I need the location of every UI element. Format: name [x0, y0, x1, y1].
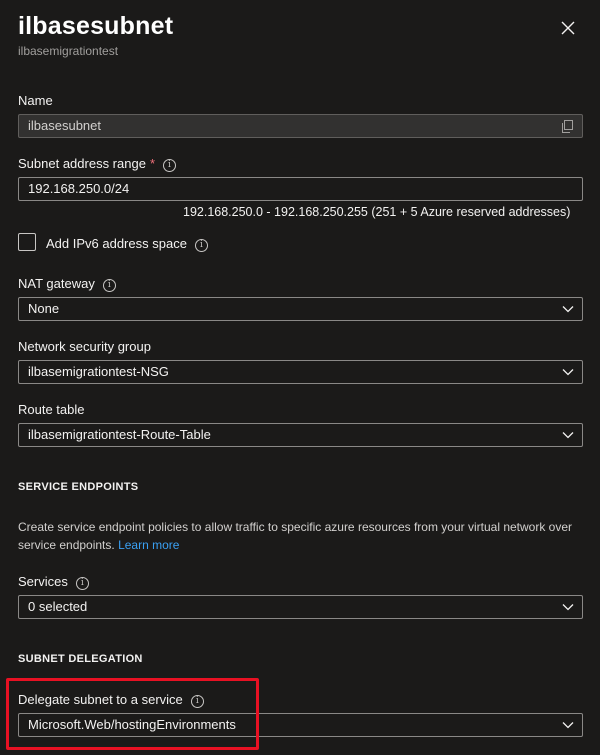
chevron-down-icon	[562, 369, 574, 376]
nat-gateway-label-text: NAT gateway	[18, 276, 95, 291]
copy-icon[interactable]	[561, 120, 574, 133]
nat-gateway-dropdown[interactable]: None	[18, 297, 583, 321]
chevron-down-icon	[562, 722, 574, 729]
address-range-value: 192.168.250.0/24	[28, 181, 130, 196]
info-icon[interactable]: i	[163, 159, 176, 172]
route-table-dropdown[interactable]: ilbasemigrationtest-Route-Table	[18, 423, 583, 447]
ipv6-label: Add IPv6 address space i	[46, 236, 208, 252]
subnet-delegation-heading: SUBNET DELEGATION	[18, 653, 143, 665]
service-endpoints-description-text: Create service endpoint policies to allo…	[18, 520, 573, 552]
nat-gateway-label: NAT gateway i	[18, 276, 116, 292]
ipv6-checkbox[interactable]	[18, 233, 36, 251]
address-range-hint: 192.168.250.0 - 192.168.250.255 (251 + 5…	[183, 205, 571, 219]
delegation-value: Microsoft.Web/hostingEnvironments	[28, 717, 236, 732]
services-value: 0 selected	[28, 599, 88, 614]
name-field[interactable]: ilbasesubnet	[18, 114, 583, 138]
delegation-label-text: Delegate subnet to a service	[18, 692, 183, 707]
name-value: ilbasesubnet	[28, 118, 101, 133]
address-range-input[interactable]: 192.168.250.0/24	[18, 177, 583, 201]
learn-more-link[interactable]: Learn more	[118, 538, 179, 552]
nsg-dropdown[interactable]: ilbasemigrationtest-NSG	[18, 360, 583, 384]
info-icon[interactable]: i	[190, 695, 204, 708]
page-title: ilbasesubnet	[18, 12, 174, 40]
service-endpoints-heading: SERVICE ENDPOINTS	[18, 481, 139, 493]
delegation-dropdown[interactable]: Microsoft.Web/hostingEnvironments	[18, 713, 583, 737]
nat-gateway-value: None	[28, 301, 60, 316]
address-range-label: Subnet address range * i	[18, 156, 176, 172]
services-label: Services i	[18, 574, 89, 590]
page-subtitle: ilbasemigrationtest	[18, 44, 119, 58]
route-table-value: ilbasemigrationtest-Route-Table	[28, 427, 211, 442]
close-icon[interactable]	[558, 18, 578, 38]
info-icon[interactable]: i	[194, 239, 208, 252]
chevron-down-icon	[562, 604, 574, 611]
required-mark: *	[149, 156, 155, 171]
services-label-text: Services	[18, 574, 68, 589]
route-table-label: Route table	[18, 402, 85, 417]
delegation-label: Delegate subnet to a service i	[18, 692, 204, 708]
service-endpoints-description: Create service endpoint policies to allo…	[18, 518, 578, 554]
info-icon[interactable]: i	[75, 577, 89, 590]
info-icon[interactable]: i	[102, 279, 116, 292]
name-label: Name	[18, 93, 53, 108]
chevron-down-icon	[562, 432, 574, 439]
services-dropdown[interactable]: 0 selected	[18, 595, 583, 619]
address-range-label-text: Subnet address range	[18, 156, 146, 171]
nsg-value: ilbasemigrationtest-NSG	[28, 364, 169, 379]
chevron-down-icon	[562, 306, 574, 313]
ipv6-label-text: Add IPv6 address space	[46, 236, 187, 251]
nsg-label: Network security group	[18, 339, 151, 354]
